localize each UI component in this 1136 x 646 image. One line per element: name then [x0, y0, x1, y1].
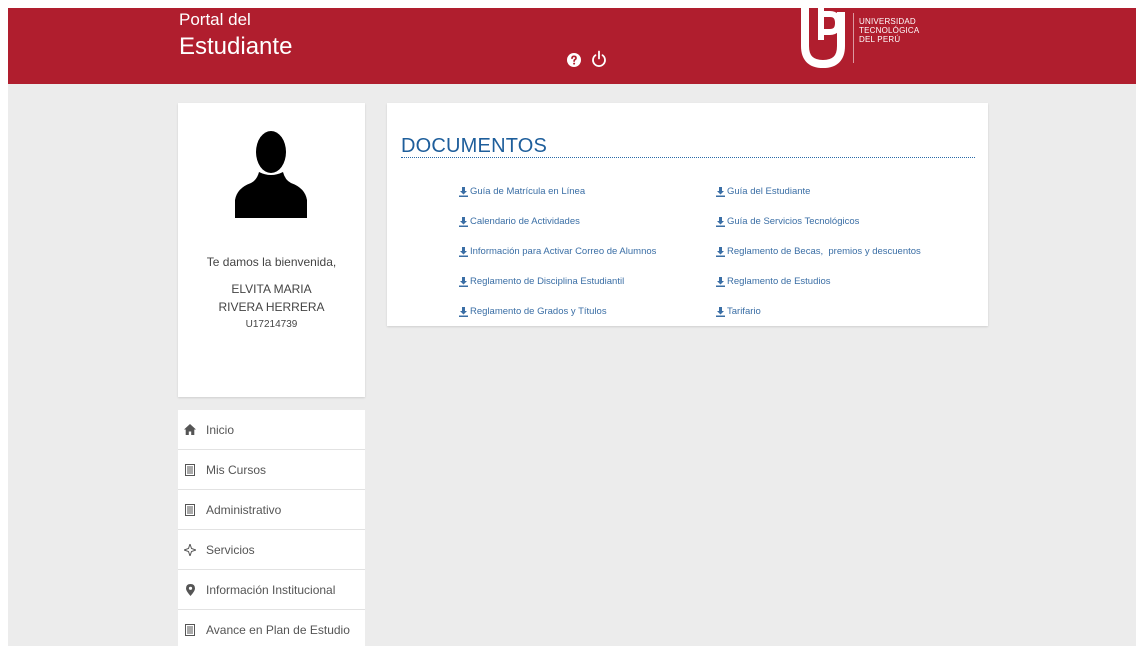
doc-link-tarifario[interactable]: Tarifario	[716, 306, 761, 318]
list-icon	[184, 623, 196, 636]
doc-link-label: Reglamento de Grados y Títulos	[470, 306, 607, 317]
list-icon	[184, 463, 196, 476]
portal-title-line1: Portal del	[179, 10, 251, 29]
doc-link-label: Guía de Servicios Tecnológicos	[727, 216, 860, 227]
university-name-line: DEL PERÚ	[859, 35, 901, 44]
portal-title-line2: Estudiante	[179, 33, 293, 60]
menu-item-administrativo[interactable]: Administrativo	[178, 490, 365, 530]
doc-link-calendario[interactable]: Calendario de Actividades	[459, 216, 580, 228]
doc-link-reglamento-disciplina[interactable]: Reglamento de Disciplina Estudiantil	[459, 276, 624, 288]
doc-link-reglamento-becas[interactable]: Reglamento de Becas, premios y descuento…	[716, 246, 921, 258]
doc-link-label: Reglamento de Estudios	[727, 276, 831, 287]
student-first-name: ELVITA MARIA	[231, 282, 312, 296]
download-icon	[459, 187, 468, 197]
doc-link-label: Guía de Matrícula en Línea	[470, 186, 586, 197]
menu-item-label: Administrativo	[206, 502, 282, 517]
home-icon	[184, 424, 196, 436]
doc-link-guia-estudiante[interactable]: Guía del Estudiante	[716, 186, 810, 198]
doc-link-reglamento-estudios[interactable]: Reglamento de Estudios	[716, 276, 831, 288]
menu-item-label: Avance en Plan de Estudio	[206, 622, 350, 637]
top-header: Portal del Estudiante UNIVERSIDAD TECNOL…	[8, 8, 1136, 84]
menu-item-inicio[interactable]: Inicio	[178, 410, 365, 450]
doc-link-label: Tarifario	[727, 306, 761, 317]
menu-item-label: Información Institucional	[206, 582, 336, 597]
university-name-line: TECNOLÓGICA	[859, 26, 920, 35]
documents-title: DOCUMENTOS	[401, 135, 548, 157]
welcome-message: Te damos la bienvenida,	[206, 255, 337, 269]
profile-card: Te damos la bienvenida, ELVITA MARIA RIV…	[178, 103, 365, 397]
doc-link-label: Reglamento de Disciplina Estudiantil	[470, 276, 625, 287]
university-name: UNIVERSIDAD TECNOLÓGICA DEL PERÚ	[859, 17, 919, 44]
doc-link-reglamento-grados[interactable]: Reglamento de Grados y Títulos	[459, 306, 607, 318]
download-icon	[716, 277, 725, 287]
list-icon	[184, 503, 196, 516]
doc-link-servicios-tecnologicos[interactable]: Guía de Servicios Tecnológicos	[716, 216, 859, 228]
menu-item-avance-plan-estudio[interactable]: Avance en Plan de Estudio	[178, 610, 365, 646]
utp-logo-icon	[801, 8, 845, 68]
doc-link-label: Guía del Estudiante	[727, 186, 811, 197]
map-marker-icon	[184, 583, 196, 596]
student-last-name: RIVERA HERRERA	[218, 300, 325, 314]
download-icon	[716, 247, 725, 257]
download-icon	[459, 307, 468, 317]
user-avatar-icon	[235, 131, 307, 218]
doc-link-guia-matricula[interactable]: Guía de Matrícula en Línea	[459, 186, 585, 198]
download-icon	[459, 277, 468, 287]
title-divider	[401, 157, 975, 158]
menu-item-label: Inicio	[206, 422, 235, 437]
download-icon	[716, 217, 725, 227]
power-icon[interactable]	[591, 50, 607, 68]
doc-link-label: Reglamento de Becas, premios y descuento…	[727, 246, 921, 257]
doc-link-label: Calendario de Actividades	[470, 216, 580, 227]
menu-item-servicios[interactable]: Servicios	[178, 530, 365, 570]
menu-item-informacion-institucional[interactable]: Información Institucional	[178, 570, 365, 610]
download-icon	[459, 247, 468, 257]
page-frame: Portal del Estudiante UNIVERSIDAD TECNOL…	[8, 8, 1136, 646]
logo-divider	[853, 13, 854, 63]
side-menu: Inicio Mis Cursos Administrativo Servici…	[178, 410, 365, 646]
question-circle-icon[interactable]	[567, 53, 581, 67]
download-icon	[716, 187, 725, 197]
doc-link-label: Información para Activar Correo de Alumn…	[470, 246, 657, 257]
services-icon	[184, 543, 196, 556]
menu-item-label: Mis Cursos	[206, 462, 267, 477]
documents-card: DOCUMENTOS Guía de Matrícula en Línea Ca…	[387, 103, 988, 326]
download-icon	[716, 307, 725, 317]
university-name-line: UNIVERSIDAD	[859, 17, 916, 26]
menu-item-label: Servicios	[206, 542, 255, 557]
doc-link-correo-alumnos[interactable]: Información para Activar Correo de Alumn…	[459, 246, 656, 258]
download-icon	[459, 217, 468, 227]
student-code: U17214739	[245, 319, 298, 330]
menu-item-mis-cursos[interactable]: Mis Cursos	[178, 450, 365, 490]
